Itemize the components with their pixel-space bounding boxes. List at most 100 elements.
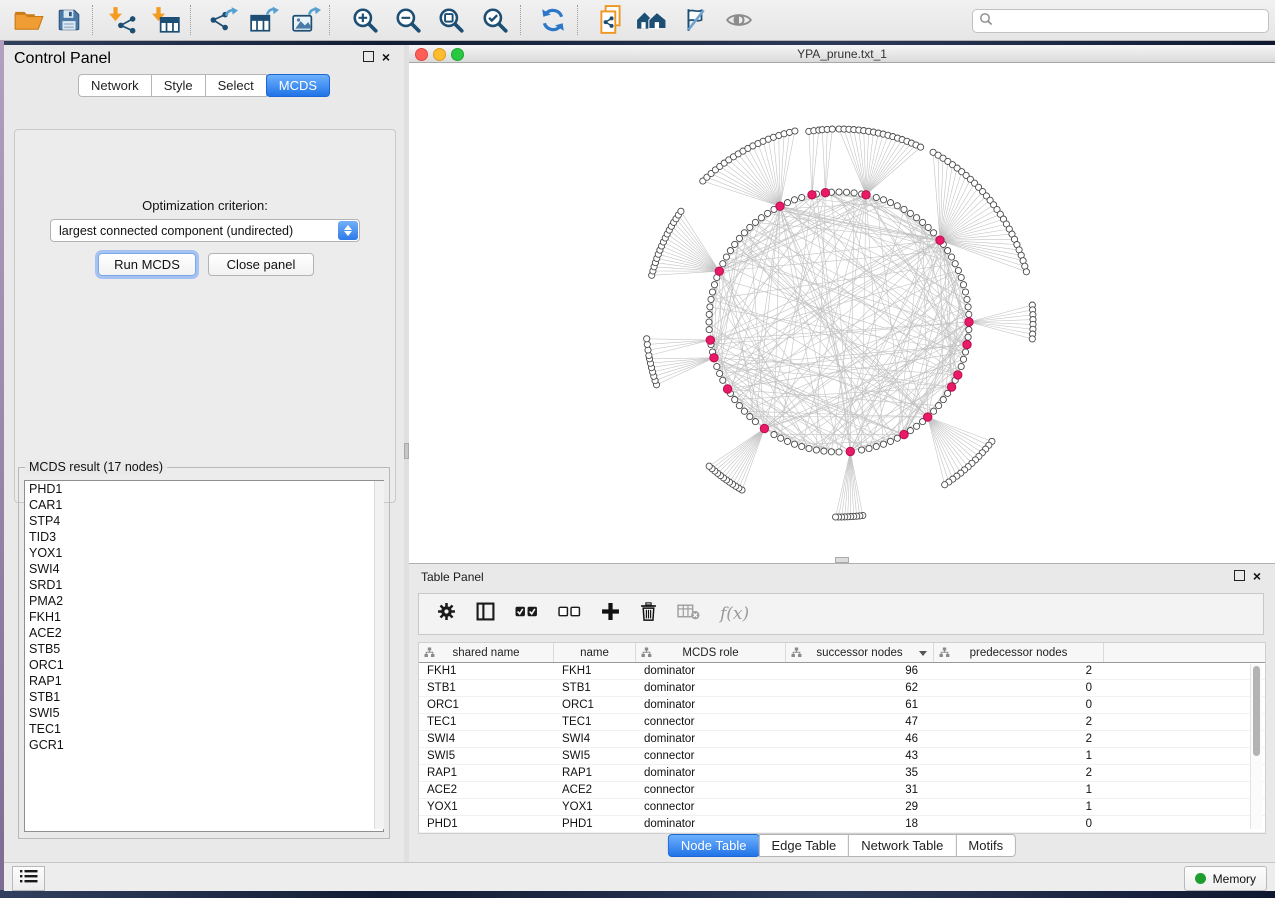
tab-edge-table[interactable]: Edge Table: [758, 834, 849, 857]
table-cell: 46: [786, 733, 934, 745]
graph-mcds-nodes[interactable]: [706, 189, 973, 456]
mcds-result-item[interactable]: RAP1: [25, 673, 383, 689]
select-all-icon[interactable]: [515, 605, 538, 623]
column-header-predecessor-nodes[interactable]: predecessor nodes: [934, 643, 1104, 662]
export-table-icon[interactable]: [245, 3, 283, 37]
table-row[interactable]: SWI4SWI4dominator462: [419, 731, 1265, 748]
search-input[interactable]: [997, 13, 1268, 29]
table-row[interactable]: RAP1RAP1dominator352: [419, 765, 1265, 782]
show-columns-icon[interactable]: [476, 602, 495, 626]
table-scrollbar[interactable]: [1250, 664, 1262, 829]
table-cell: 18: [786, 818, 934, 830]
select-stepper-icon[interactable]: [338, 221, 358, 240]
float-panel-icon[interactable]: [1234, 570, 1245, 581]
node-table[interactable]: shared name nameMCDS rolesuccessor nodesp…: [418, 642, 1266, 834]
zoom-in-icon[interactable]: [346, 3, 384, 37]
table-cell: connector: [636, 750, 786, 762]
mcds-result-item[interactable]: ACE2: [25, 625, 383, 641]
share-document-icon[interactable]: [592, 3, 630, 37]
mcds-result-item[interactable]: CAR1: [25, 497, 383, 513]
table-cell: YOX1: [419, 801, 554, 813]
mcds-result-item[interactable]: FKH1: [25, 609, 383, 625]
memory-label: Memory: [1213, 872, 1256, 886]
tab-mcds[interactable]: MCDS: [266, 74, 330, 97]
network-graph[interactable]: [409, 62, 1275, 563]
mcds-result-item[interactable]: GCR1: [25, 737, 383, 753]
table-row[interactable]: YOX1YOX1connector291: [419, 799, 1265, 816]
memory-button[interactable]: Memory: [1184, 866, 1267, 891]
mcds-result-item[interactable]: STP4: [25, 513, 383, 529]
close-panel-button[interactable]: Close panel: [208, 253, 314, 276]
table-row[interactable]: SWI5SWI5connector431: [419, 748, 1265, 765]
table-row[interactable]: TEC1TEC1connector472: [419, 714, 1265, 731]
table-row[interactable]: ORC1ORC1dominator610: [419, 697, 1265, 714]
criterion-value: largest connected component (undirected): [59, 224, 293, 238]
mcds-result-list[interactable]: PHD1CAR1STP4TID3YOX1SWI4SRD1PMA2FKH1ACE2…: [24, 480, 384, 832]
column-header-MCDS-role[interactable]: MCDS role: [636, 643, 786, 662]
table-row[interactable]: FKH1FKH1dominator962: [419, 663, 1265, 680]
mcds-result-item[interactable]: PHD1: [25, 481, 383, 497]
import-table-icon[interactable]: [147, 3, 185, 37]
show-graphics-icon[interactable]: [720, 3, 758, 37]
zoom-selected-icon[interactable]: [476, 3, 514, 37]
mcds-result-item[interactable]: SRD1: [25, 577, 383, 593]
column-header-name[interactable]: name: [554, 643, 636, 662]
hide-flag-icon[interactable]: [676, 3, 714, 37]
task-history-button[interactable]: [12, 866, 45, 891]
float-panel-icon[interactable]: [363, 51, 374, 62]
table-cell: 2: [934, 733, 1104, 745]
zoom-out-icon[interactable]: [389, 3, 427, 37]
scrollbar-thumb[interactable]: [1253, 666, 1260, 756]
mcds-result-item[interactable]: PMA2: [25, 593, 383, 609]
tab-network-table[interactable]: Network Table: [848, 834, 956, 857]
column-header-successor-nodes[interactable]: successor nodes: [786, 643, 934, 662]
table-settings-icon[interactable]: [437, 602, 456, 626]
zoom-fit-icon[interactable]: [432, 3, 470, 37]
export-image-icon[interactable]: [287, 3, 325, 37]
mcds-result-item[interactable]: SWI5: [25, 705, 383, 721]
tab-network[interactable]: Network: [78, 74, 152, 97]
refresh-layout-icon[interactable]: [534, 3, 572, 37]
tab-node-table[interactable]: Node Table: [668, 834, 760, 857]
export-network-icon[interactable]: [204, 3, 242, 37]
open-file-icon[interactable]: [10, 3, 48, 37]
table-row[interactable]: ACE2ACE2connector311: [419, 782, 1265, 799]
table-cell: STB1: [554, 682, 636, 694]
legacy-apps-icon[interactable]: [632, 3, 670, 37]
deselect-all-icon[interactable]: [558, 605, 581, 623]
table-cell: 1: [934, 784, 1104, 796]
search-icon: [979, 12, 993, 31]
mcds-list-scrollbar[interactable]: [374, 481, 384, 829]
table-cell: SWI5: [419, 750, 554, 762]
column-header-shared-name[interactable]: shared name: [419, 643, 554, 662]
import-network-icon[interactable]: [104, 3, 142, 37]
close-window-icon[interactable]: [415, 48, 428, 61]
column-label: shared name: [452, 647, 519, 659]
table-row[interactable]: STB1STB1dominator620: [419, 680, 1265, 697]
close-panel-icon[interactable]: ×: [1253, 571, 1261, 581]
add-column-icon[interactable]: [601, 602, 620, 626]
tab-select[interactable]: Select: [205, 74, 267, 97]
search-field[interactable]: [972, 9, 1269, 33]
mcds-result-item[interactable]: STB5: [25, 641, 383, 657]
close-panel-icon[interactable]: ×: [382, 52, 390, 62]
mcds-result-item[interactable]: TID3: [25, 529, 383, 545]
minimize-window-icon[interactable]: [433, 48, 446, 61]
tab-motifs[interactable]: Motifs: [955, 834, 1016, 857]
table-row[interactable]: PHD1PHD1dominator180: [419, 816, 1265, 833]
save-session-icon[interactable]: [50, 3, 88, 37]
run-mcds-button[interactable]: Run MCDS: [98, 253, 196, 276]
maximize-window-icon[interactable]: [451, 48, 464, 61]
mcds-result-item[interactable]: TEC1: [25, 721, 383, 737]
table-cell: ORC1: [419, 699, 554, 711]
criterion-select[interactable]: largest connected component (undirected): [50, 219, 360, 242]
mcds-result-item[interactable]: YOX1: [25, 545, 383, 561]
delete-column-icon[interactable]: [640, 602, 657, 626]
toolbar-separator: [577, 5, 578, 35]
mcds-result-item[interactable]: SWI4: [25, 561, 383, 577]
mcds-panel: Optimization criterion: largest connecte…: [14, 129, 396, 503]
mcds-result-item[interactable]: ORC1: [25, 657, 383, 673]
mcds-result-item[interactable]: STB1: [25, 689, 383, 705]
network-titlebar[interactable]: YPA_prune.txt_1: [409, 45, 1275, 63]
tab-style[interactable]: Style: [151, 74, 206, 97]
